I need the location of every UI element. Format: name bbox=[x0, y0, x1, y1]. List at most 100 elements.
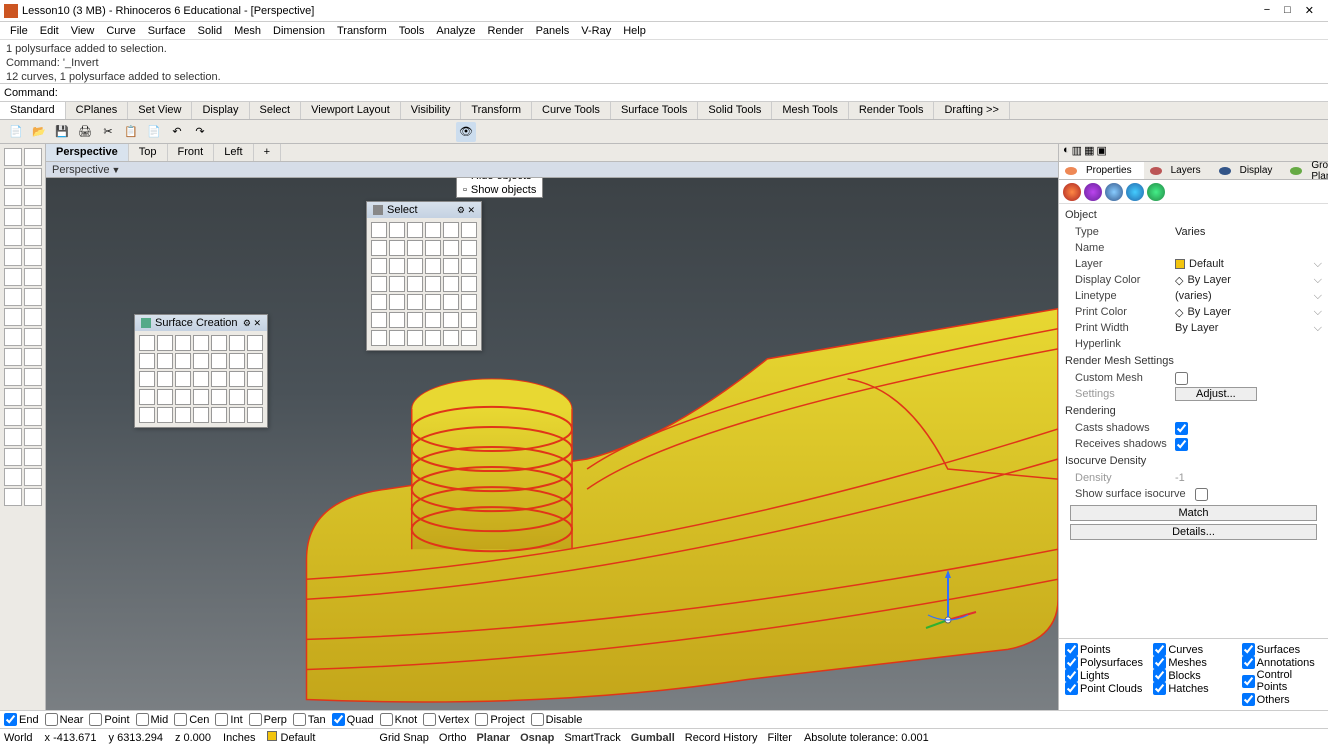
select-tool-icon[interactable] bbox=[461, 312, 477, 328]
select-tool-icon[interactable] bbox=[443, 276, 459, 292]
select-tool-icon[interactable] bbox=[425, 258, 441, 274]
property-value[interactable]: Varies bbox=[1175, 226, 1322, 238]
select-tool-icon[interactable] bbox=[425, 330, 441, 346]
menu-curve[interactable]: Curve bbox=[100, 25, 141, 37]
filter-others[interactable]: Others bbox=[1242, 693, 1322, 706]
property-value[interactable]: By Layer⌵ bbox=[1175, 322, 1322, 335]
print-icon[interactable]: 🖨 bbox=[75, 122, 95, 142]
property-value[interactable]: ◇By Layer⌵ bbox=[1175, 306, 1322, 319]
undo-icon[interactable]: ↶ bbox=[167, 122, 187, 142]
tool-button[interactable] bbox=[24, 348, 42, 366]
surface-tool-icon[interactable] bbox=[139, 371, 155, 387]
menu-dimension[interactable]: Dimension bbox=[267, 25, 331, 37]
select-tool-icon[interactable] bbox=[389, 240, 405, 256]
tool-button[interactable] bbox=[4, 268, 22, 286]
toolbar-tab[interactable]: Render Tools bbox=[849, 102, 935, 119]
tool-button[interactable] bbox=[24, 208, 42, 226]
surface-tool-icon[interactable] bbox=[229, 335, 245, 351]
surface-tool-icon[interactable] bbox=[211, 371, 227, 387]
select-tool-icon[interactable] bbox=[407, 312, 423, 328]
surface-tool-icon[interactable] bbox=[157, 407, 173, 423]
filter-blocks[interactable]: Blocks bbox=[1153, 669, 1233, 682]
checkbox-show-isocurve[interactable] bbox=[1195, 488, 1208, 501]
surface-tool-icon[interactable] bbox=[211, 389, 227, 405]
tool-button[interactable] bbox=[24, 188, 42, 206]
surface-tool-icon[interactable] bbox=[157, 353, 173, 369]
menu-solid[interactable]: Solid bbox=[192, 25, 228, 37]
material-props-icon[interactable] bbox=[1084, 183, 1102, 201]
select-tool-icon[interactable] bbox=[371, 294, 387, 310]
view-tab-top[interactable]: Top bbox=[129, 144, 168, 161]
tool-button[interactable] bbox=[24, 288, 42, 306]
object-props-icon[interactable] bbox=[1063, 183, 1081, 201]
select-tool-icon[interactable] bbox=[407, 294, 423, 310]
tool-button[interactable] bbox=[4, 468, 22, 486]
surface-tool-icon[interactable] bbox=[229, 389, 245, 405]
surface-tool-icon[interactable] bbox=[193, 353, 209, 369]
filter-surfaces[interactable]: Surfaces bbox=[1242, 643, 1322, 656]
surface-tool-icon[interactable] bbox=[229, 407, 245, 423]
checkbox-custom-mesh[interactable] bbox=[1175, 372, 1188, 385]
menu-transform[interactable]: Transform bbox=[331, 25, 393, 37]
surface-creation-panel[interactable]: Surface Creation⚙ ✕ bbox=[134, 314, 268, 428]
toolbar-tab[interactable]: Solid Tools bbox=[698, 102, 772, 119]
select-tool-icon[interactable] bbox=[389, 258, 405, 274]
surface-tool-icon[interactable] bbox=[229, 371, 245, 387]
filter-hatches[interactable]: Hatches bbox=[1153, 682, 1233, 695]
toolbar-tab[interactable]: Surface Tools bbox=[611, 102, 698, 119]
tool-button[interactable] bbox=[4, 288, 22, 306]
adjust-button[interactable]: Adjust... bbox=[1175, 387, 1257, 401]
menu-file[interactable]: File bbox=[4, 25, 34, 37]
tab-display[interactable]: Display bbox=[1213, 162, 1285, 179]
menu-view[interactable]: View bbox=[65, 25, 101, 37]
menu-help[interactable]: Help bbox=[617, 25, 652, 37]
select-tool-icon[interactable] bbox=[443, 294, 459, 310]
surface-tool-icon[interactable] bbox=[157, 335, 173, 351]
menu-analyze[interactable]: Analyze bbox=[430, 25, 481, 37]
show-objects-option[interactable]: ▫Show objects bbox=[457, 183, 542, 197]
status-toggle-filter[interactable]: Filter bbox=[768, 732, 792, 744]
surface-tool-icon[interactable] bbox=[229, 353, 245, 369]
filter-lights[interactable]: Lights bbox=[1065, 669, 1145, 682]
select-tool-icon[interactable] bbox=[389, 312, 405, 328]
tool-button[interactable] bbox=[24, 488, 42, 506]
property-value[interactable]: Default⌵ bbox=[1175, 258, 1322, 271]
select-tool-icon[interactable] bbox=[461, 240, 477, 256]
select-tool-icon[interactable] bbox=[371, 276, 387, 292]
viewport-3d[interactable]: ▪Hide objects ▫Show objects Surface Crea… bbox=[46, 178, 1058, 710]
surface-tool-icon[interactable] bbox=[247, 353, 263, 369]
surface-tool-icon[interactable] bbox=[139, 389, 155, 405]
menu-vray[interactable]: V-Ray bbox=[575, 25, 617, 37]
details-button[interactable]: Details... bbox=[1070, 524, 1317, 540]
status-layer[interactable]: Default bbox=[267, 731, 315, 744]
tool-button[interactable] bbox=[24, 408, 42, 426]
select-tool-icon[interactable] bbox=[389, 294, 405, 310]
menu-tools[interactable]: Tools bbox=[393, 25, 431, 37]
select-panel[interactable]: Select⚙ ✕ bbox=[366, 201, 482, 351]
select-tool-icon[interactable] bbox=[461, 294, 477, 310]
select-tool-icon[interactable] bbox=[425, 294, 441, 310]
tool-button[interactable] bbox=[24, 148, 42, 166]
cut-icon[interactable]: ✂ bbox=[98, 122, 118, 142]
select-tool-icon[interactable] bbox=[425, 276, 441, 292]
select-tool-icon[interactable] bbox=[443, 240, 459, 256]
select-tool-icon[interactable] bbox=[461, 330, 477, 346]
surface-tool-icon[interactable] bbox=[247, 407, 263, 423]
toolbar-tab[interactable]: Transform bbox=[461, 102, 532, 119]
toolbar-tab[interactable]: Display bbox=[192, 102, 249, 119]
tool-button[interactable] bbox=[24, 428, 42, 446]
status-toggle-ortho[interactable]: Ortho bbox=[439, 732, 467, 744]
surface-tool-icon[interactable] bbox=[139, 407, 155, 423]
aux-icon[interactable]: ▥ bbox=[1072, 144, 1082, 161]
tool-button[interactable] bbox=[24, 268, 42, 286]
tool-button[interactable] bbox=[24, 448, 42, 466]
tool-button[interactable] bbox=[4, 448, 22, 466]
tool-button[interactable] bbox=[24, 248, 42, 266]
surface-tool-icon[interactable] bbox=[193, 335, 209, 351]
surface-tool-icon[interactable] bbox=[247, 371, 263, 387]
tool-button[interactable] bbox=[24, 168, 42, 186]
maximize-button[interactable]: □ bbox=[1284, 4, 1291, 17]
tool-button[interactable] bbox=[4, 148, 22, 166]
select-tool-icon[interactable] bbox=[371, 222, 387, 238]
hide-objects-icon[interactable]: 👁 bbox=[456, 122, 476, 142]
